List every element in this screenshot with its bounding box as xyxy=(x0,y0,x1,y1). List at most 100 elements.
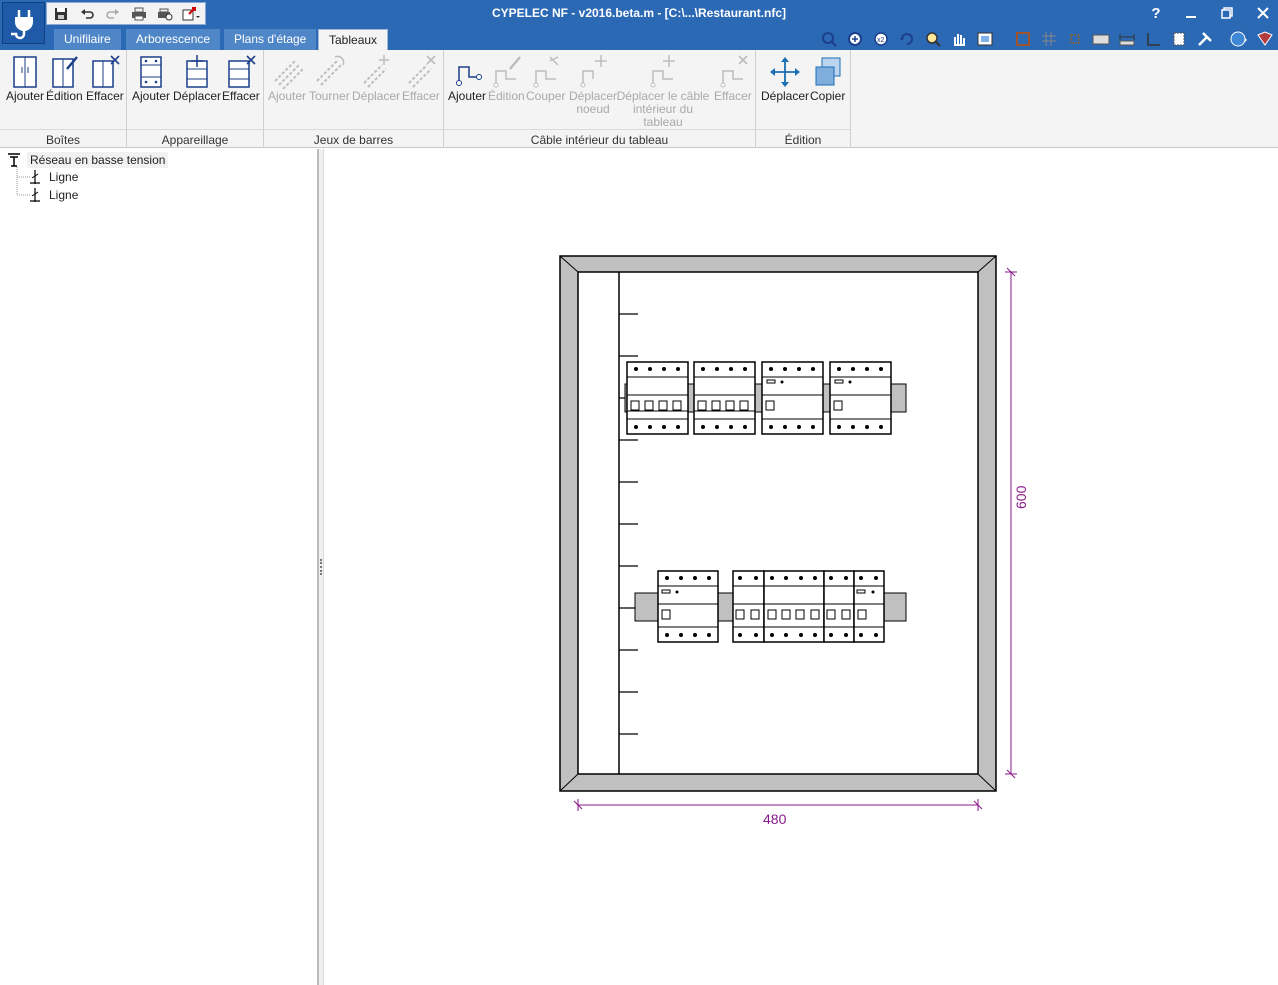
splitter-grip[interactable] xyxy=(320,559,323,575)
cable-move-node-icon xyxy=(580,55,607,88)
edition-copier-button[interactable]: Copier xyxy=(810,54,845,103)
group-jeux-de-barres: Ajouter Tourner Déplacer Effacer Jeux de… xyxy=(264,50,444,148)
pan-hand-icon[interactable] xyxy=(948,29,970,49)
breaker-block[interactable] xyxy=(823,570,855,643)
label: Effacer xyxy=(402,89,440,103)
tree-item-ligne-1[interactable]: Ligne xyxy=(28,170,78,184)
tree-root-item[interactable]: Réseau en basse tension xyxy=(7,152,169,168)
jeux-deplacer-button[interactable]: Déplacer xyxy=(352,54,400,103)
jeux-ajouter-button[interactable]: Ajouter xyxy=(268,54,306,103)
layers-icon[interactable] xyxy=(1168,29,1190,49)
tools-icon[interactable] xyxy=(1194,29,1216,49)
copy-icon xyxy=(815,57,841,86)
drawing-canvas[interactable]: 600 480 xyxy=(325,149,1278,985)
box-delete-icon xyxy=(92,55,120,88)
zoom-window-icon[interactable] xyxy=(922,29,944,49)
book-icon[interactable] xyxy=(1254,29,1276,49)
differential-block[interactable] xyxy=(761,361,824,435)
appareillage-effacer-button[interactable]: Effacer xyxy=(222,54,260,103)
svg-text:x2: x2 xyxy=(877,37,885,44)
zoom-x2-icon[interactable]: x2 xyxy=(870,29,892,49)
jeux-effacer-button[interactable]: Effacer xyxy=(402,54,440,103)
label: Déplacer xyxy=(173,89,222,103)
tab-plans-etage[interactable]: Plans d'étage xyxy=(224,29,317,50)
help-button[interactable]: ? xyxy=(1141,3,1171,23)
differential-block[interactable] xyxy=(657,570,719,643)
boites-effacer-button[interactable]: Effacer xyxy=(86,54,124,103)
group-label-jeux: Jeux de barres xyxy=(264,129,443,147)
label: Ajouter xyxy=(268,89,307,103)
snap-icon[interactable] xyxy=(1064,29,1086,49)
edition-deplacer-button[interactable]: Déplacer xyxy=(761,54,809,103)
zoom-all-icon[interactable] xyxy=(844,29,866,49)
network-root-icon xyxy=(8,153,20,167)
appareillage-deplacer-button[interactable]: Déplacer xyxy=(173,54,221,103)
breaker-block[interactable] xyxy=(626,361,689,435)
label: Effacer xyxy=(714,89,752,103)
refresh-view-icon[interactable] xyxy=(896,29,918,49)
cable-deplacer-cable-button[interactable]: Déplacer le câble intérieur du tableau xyxy=(616,54,710,129)
group-label-edition: Édition xyxy=(756,129,850,147)
breaker-block[interactable] xyxy=(732,570,765,643)
view-toolbar: x2 xyxy=(818,27,1276,50)
group-boites: Ajouter Édition Effacer Boîtes xyxy=(0,50,127,148)
panel-splitter[interactable] xyxy=(318,149,324,985)
ortho-icon[interactable] xyxy=(1142,29,1164,49)
cable-couper-button[interactable]: Couper xyxy=(526,54,565,103)
boites-ajouter-button[interactable]: Ajouter xyxy=(6,54,44,103)
cable-ajouter-button[interactable]: Ajouter xyxy=(448,54,486,103)
keyboard-icon[interactable] xyxy=(1090,29,1112,49)
breaker-block[interactable] xyxy=(693,361,756,435)
tree-panel: Réseau en basse tension Ligne Ligne xyxy=(0,149,318,985)
tree-item-label: Ligne xyxy=(49,188,79,202)
label: Ajouter xyxy=(132,89,171,103)
tree-item-ligne-2[interactable]: Ligne xyxy=(28,188,78,202)
dimension-width xyxy=(573,799,983,811)
group-label-cable: Câble intérieur du tableau xyxy=(444,129,755,147)
cable-move-icon xyxy=(650,55,675,88)
cable-edition-button[interactable]: Édition xyxy=(488,54,525,103)
differential-block[interactable] xyxy=(829,361,892,435)
close-button[interactable] xyxy=(1248,3,1278,23)
rectangle-icon[interactable] xyxy=(1012,29,1034,49)
tab-tableaux[interactable]: Tableaux xyxy=(318,29,389,50)
tab-unifilaire[interactable]: Unifilaire xyxy=(54,29,121,50)
box-add-icon xyxy=(13,56,37,88)
close-icon xyxy=(1257,7,1269,19)
group-label-appareillage: Appareillage xyxy=(127,129,263,147)
zoom-rotate-icon[interactable] xyxy=(818,29,840,49)
busbar-add-icon xyxy=(274,60,304,89)
device-add-icon xyxy=(140,56,162,88)
label: Ajouter xyxy=(6,89,45,103)
grid-icon[interactable] xyxy=(1038,29,1060,49)
box-edit-icon xyxy=(52,56,79,88)
boites-edition-button[interactable]: Édition xyxy=(46,54,83,103)
restore-button[interactable] xyxy=(1212,3,1242,23)
breaker-block[interactable] xyxy=(763,570,825,643)
jeux-tourner-button[interactable]: Tourner xyxy=(309,54,350,103)
label: Effacer xyxy=(86,89,124,103)
device-group-rail-2[interactable] xyxy=(657,570,885,643)
appareillage-ajouter-button[interactable]: Ajouter xyxy=(132,54,170,103)
globe-icon[interactable] xyxy=(1228,29,1250,49)
app-logo[interactable] xyxy=(2,2,45,44)
title-bar: CYPELEC NF - v2016.beta.m - [C:\...\Rest… xyxy=(0,0,1278,27)
minimize-button[interactable] xyxy=(1176,3,1206,23)
dimension-width-label: 480 xyxy=(763,811,787,827)
tab-arborescence[interactable]: Arborescence xyxy=(126,29,221,50)
device-delete-icon xyxy=(228,55,256,88)
differential-block[interactable] xyxy=(853,570,885,643)
label: Déplacer noeud xyxy=(568,89,618,116)
tree-root-label: Réseau en basse tension xyxy=(27,152,169,168)
cable-delete-icon xyxy=(720,55,748,88)
label: Déplacer xyxy=(761,89,810,103)
dimension-icon[interactable] xyxy=(1116,29,1138,49)
fit-window-icon[interactable] xyxy=(974,29,996,49)
group-edition: Déplacer Copier Édition xyxy=(756,50,851,148)
label: Copier xyxy=(810,89,846,103)
ribbon: Ajouter Édition Effacer Boîtes Ajouter D… xyxy=(0,50,1278,148)
dimension-height xyxy=(1005,267,1017,779)
busbar-rotate-icon xyxy=(316,55,345,86)
cable-effacer-button[interactable]: Effacer xyxy=(714,54,752,103)
cable-deplacer-noeud-button[interactable]: Déplacer noeud xyxy=(568,54,618,116)
